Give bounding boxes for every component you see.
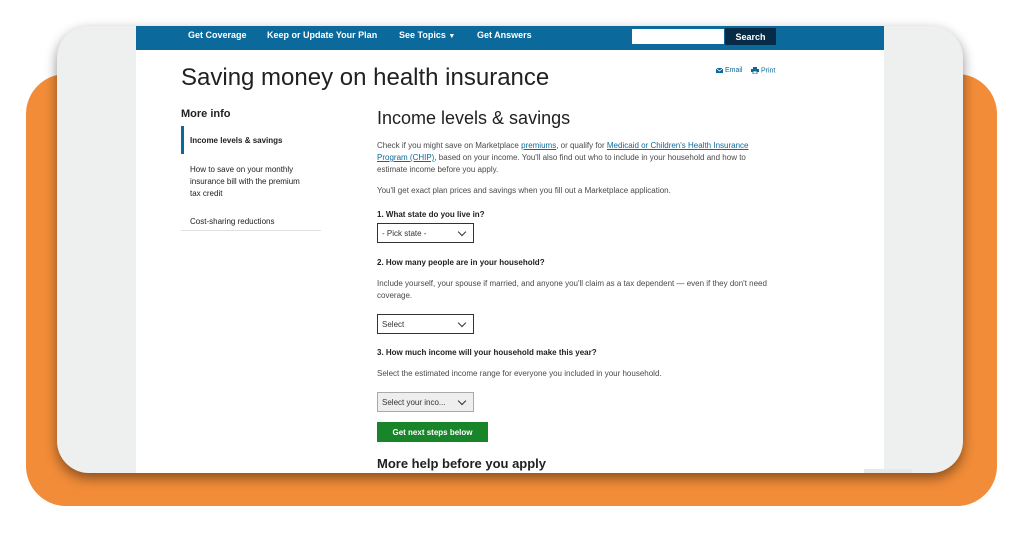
question-household-label: 2. How many people are in your household… xyxy=(377,258,545,267)
nav-see-topics-label: See Topics xyxy=(399,30,446,40)
nav-keep-or-update[interactable]: Keep or Update Your Plan xyxy=(267,30,377,40)
search-input[interactable] xyxy=(632,29,724,44)
print-label: Print xyxy=(760,67,776,75)
nav-get-coverage[interactable]: Get Coverage xyxy=(188,30,247,40)
household-help-text: Include yourself, your spouse if married… xyxy=(377,279,767,300)
section-heading: Income levels & savings xyxy=(377,108,571,128)
sidebar-active-indicator xyxy=(181,126,184,154)
household-select-value: Select xyxy=(382,320,405,329)
income-help-text: Select the estimated income range for ev… xyxy=(377,369,662,378)
more-help-heading: More help before you apply xyxy=(377,456,547,471)
question-income-label: 3. How much income will your household m… xyxy=(377,348,597,357)
income-select-value: Select your inco... xyxy=(382,398,446,407)
nav-see-topics[interactable]: See Topics ▼ xyxy=(399,30,455,40)
intro-text-2: , or qualify for xyxy=(556,141,607,150)
intro-paragraph: Check if you might save on Marketplace p… xyxy=(377,140,777,176)
email-link[interactable]: Email xyxy=(715,67,743,74)
chevron-down-icon xyxy=(457,396,467,406)
search-button[interactable]: Search xyxy=(725,28,776,45)
envelope-icon xyxy=(715,67,724,73)
webpage: Get Coverage Keep or Update Your Plan Se… xyxy=(136,26,912,473)
sidebar-item-premium-tax-credit[interactable]: How to save on your monthly insurance bi… xyxy=(190,164,312,200)
chevron-down-icon xyxy=(457,318,467,328)
premiums-link[interactable]: premiums xyxy=(521,141,556,150)
grey-placeholder xyxy=(864,469,912,473)
chevron-down-icon: ▼ xyxy=(448,33,456,40)
printer-icon xyxy=(751,67,759,75)
sidebar-item-cost-sharing[interactable]: Cost-sharing reductions xyxy=(190,216,320,228)
income-select[interactable]: Select your inco... xyxy=(377,392,474,412)
sidebar-item-income-levels[interactable]: Income levels & savings xyxy=(190,135,320,147)
state-select-value: - Pick state - xyxy=(382,229,427,238)
browser-frame: Get Coverage Keep or Update Your Plan Se… xyxy=(57,26,963,473)
nav-get-answers[interactable]: Get Answers xyxy=(477,30,532,40)
email-label: Email xyxy=(724,67,743,74)
sidebar-divider xyxy=(181,230,321,231)
get-next-steps-button[interactable]: Get next steps below xyxy=(377,422,488,442)
chevron-down-icon xyxy=(457,227,467,237)
top-navigation: Get Coverage Keep or Update Your Plan Se… xyxy=(136,26,884,50)
sidebar-title: More info xyxy=(181,108,231,120)
household-select[interactable]: Select xyxy=(377,314,474,334)
intro-text-1: Check if you might save on Marketplace xyxy=(377,141,522,150)
print-link[interactable]: Print xyxy=(751,67,776,75)
question-state-label: 1. What state do you live in? xyxy=(377,210,485,219)
state-select[interactable]: - Pick state - xyxy=(377,223,474,243)
exact-prices-text: You'll get exact plan prices and savings… xyxy=(377,186,671,195)
page-title: Saving money on health insurance xyxy=(181,64,550,91)
